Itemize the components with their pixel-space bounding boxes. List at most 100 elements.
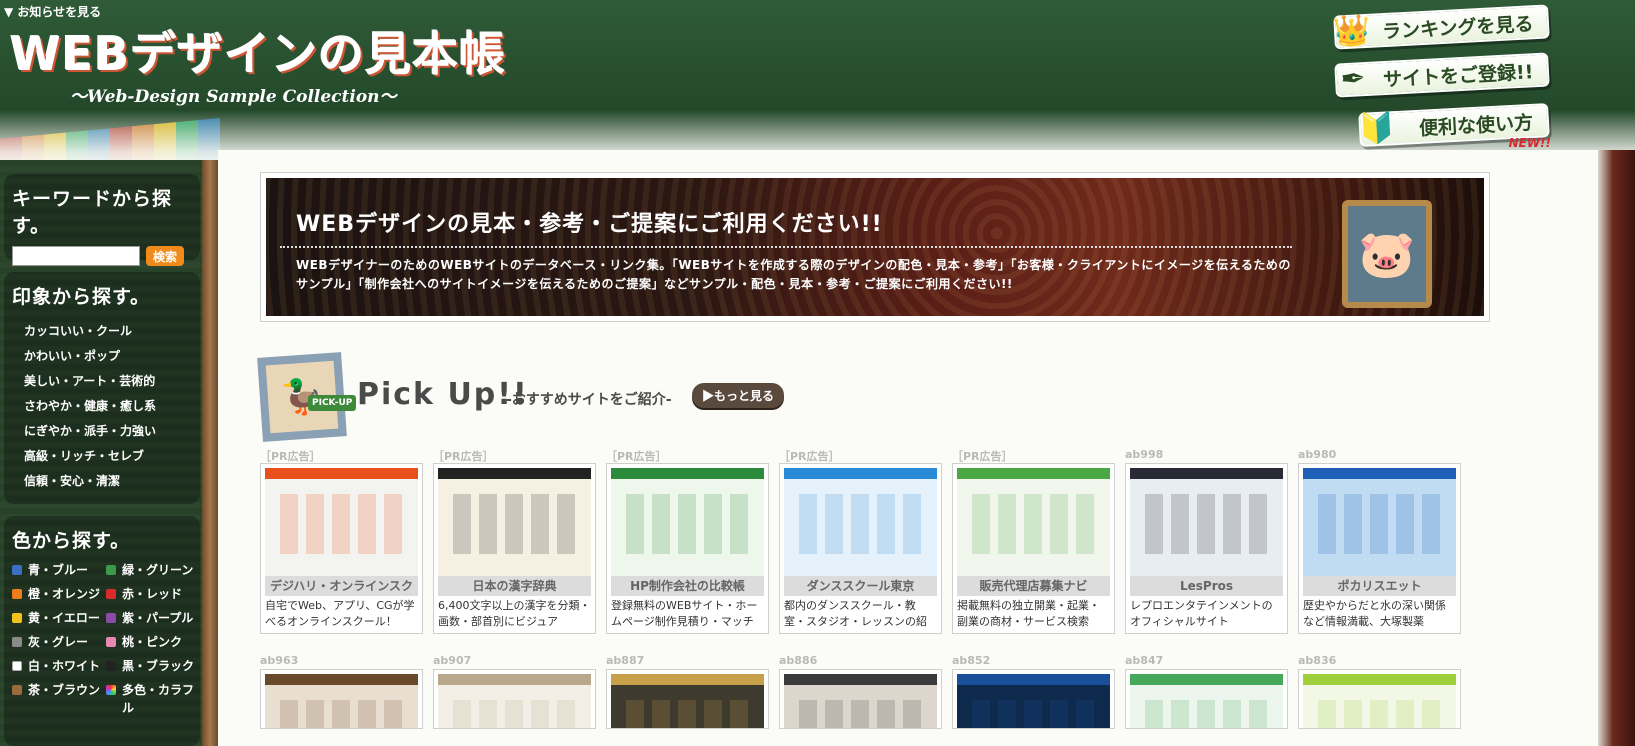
- site-thumbnail[interactable]: [438, 674, 591, 728]
- color-item[interactable]: 橙・オレンジ: [12, 585, 106, 603]
- site-name[interactable]: ポカリスエット: [1303, 576, 1456, 596]
- site-description: レプロエンタテインメントのオフィシャルサイト: [1130, 599, 1273, 628]
- impression-item[interactable]: 高級・リッチ・セレブ: [24, 444, 192, 469]
- color-item[interactable]: 黒・ブラック: [106, 657, 200, 675]
- color-label: 黒・ブラック: [122, 659, 195, 673]
- impression-list: カッコいい・クール かわいい・ポップ 美しい・アート・芸術的 さわやか・健康・癒し系に…: [12, 319, 192, 494]
- frame-rail: [1598, 150, 1635, 746]
- search-button[interactable]: 検索: [146, 246, 184, 266]
- site-card[interactable]: ［PR広告］ デジハリ・オンラインスク 自宅でWeb、アプリ、CGが学べるオンライン…: [260, 448, 423, 634]
- site-card[interactable]: ab907: [433, 654, 596, 729]
- color-item[interactable]: 茶・ブラウン: [12, 681, 106, 717]
- site-description: 自宅でWeb、アプリ、CGが学べるオンラインスクール！: [265, 599, 415, 628]
- site-name[interactable]: HP制作会社の比較帳: [611, 576, 764, 596]
- site-name[interactable]: 日本の漢字辞典: [438, 576, 591, 596]
- new-badge: NEW!!: [1508, 136, 1551, 150]
- site-card[interactable]: ab980 ポカリスエット 歴史やからだと水の深い関係など情報満載、大塚製薬: [1298, 448, 1461, 634]
- impression-panel: 印象から探す。 カッコいい・クール かわいい・ポップ 美しい・アート・芸術的 さわやか…: [4, 272, 200, 504]
- hero-title: WEBデザインの見本・参考・ご提案にご利用ください!!: [296, 212, 883, 237]
- color-item[interactable]: 灰・グレー: [12, 633, 106, 651]
- color-item[interactable]: 青・ブルー: [12, 561, 106, 579]
- site-thumbnail[interactable]: [1130, 674, 1283, 728]
- site-card[interactable]: ab998 LesPros レプロエンタテインメントのオフィシャルサイト: [1125, 448, 1288, 634]
- color-swatch-icon: [106, 589, 116, 599]
- site-thumbnail[interactable]: [265, 674, 418, 728]
- site-thumbnail[interactable]: [784, 468, 937, 576]
- color-label: 多色・カラフル: [122, 683, 195, 715]
- site-id: ab852: [952, 654, 991, 667]
- site-grid-row2: ab963 ab907 ab887 ab886 ab852 ab847 ab836: [260, 654, 1461, 729]
- site-id: ab847: [1125, 654, 1164, 667]
- impression-item[interactable]: 美しい・アート・芸術的: [24, 369, 192, 394]
- site-card[interactable]: ab886: [779, 654, 942, 729]
- site-card[interactable]: ab847: [1125, 654, 1288, 729]
- color-label: 青・ブルー: [28, 563, 89, 577]
- keyword-search-input[interactable]: [12, 246, 140, 266]
- color-item[interactable]: 紫・パープル: [106, 609, 200, 627]
- site-name[interactable]: ダンススクール東京: [784, 576, 937, 596]
- site-id: ab886: [779, 654, 818, 667]
- register-site-button[interactable]: ✒ サイトをご登録!!: [1333, 52, 1550, 98]
- site-thumbnail[interactable]: [611, 674, 764, 728]
- site-id: ［PR広告］: [606, 450, 667, 463]
- color-swatch-icon: [106, 613, 116, 623]
- site-id: ab980: [1298, 448, 1337, 461]
- crown-icon: 👑: [1332, 12, 1372, 50]
- site-logo[interactable]: WEBデザインの見本帳 ～Web-Design Sample Collectio…: [10, 18, 506, 107]
- color-swatch-icon: [106, 685, 116, 695]
- impression-item[interactable]: にぎやか・派手・力強い: [24, 419, 192, 444]
- color-swatch-icon: [106, 565, 116, 575]
- site-thumbnail[interactable]: [957, 674, 1110, 728]
- site-card[interactable]: ab852: [952, 654, 1115, 729]
- site-thumbnail[interactable]: [611, 468, 764, 576]
- site-card[interactable]: ［PR広告］ 日本の漢字辞典 6,400文字以上の漢字を分類・画数・部首別にビジュア: [433, 448, 596, 634]
- impression-item[interactable]: カッコいい・クール: [24, 319, 192, 344]
- color-swatch-icon: [12, 565, 22, 575]
- site-id: ab836: [1298, 654, 1337, 667]
- site-thumbnail[interactable]: [957, 468, 1110, 576]
- site-thumbnail[interactable]: [1303, 674, 1456, 728]
- site-card[interactable]: ［PR広告］ 販売代理店募集ナビ 掲載無料の独立開業・起業・副業の商材・サービス検索: [952, 448, 1115, 634]
- pickup-badge: PICK-UP: [308, 395, 357, 411]
- site-thumbnail[interactable]: [1130, 468, 1283, 576]
- color-item[interactable]: 赤・レッド: [106, 585, 200, 603]
- ranking-button[interactable]: 👑 ランキングを見る: [1332, 4, 1550, 50]
- site-name[interactable]: デジハリ・オンラインスク: [265, 576, 418, 596]
- color-label: 緑・グリーン: [122, 563, 194, 577]
- color-item[interactable]: 多色・カラフル: [106, 681, 200, 717]
- site-card[interactable]: ［PR広告］ ダンススクール東京 都内のダンススクール・教室・スタジオ・レッスンの紹: [779, 448, 942, 634]
- color-item[interactable]: 緑・グリーン: [106, 561, 200, 579]
- site-card[interactable]: ab887: [606, 654, 769, 729]
- color-swatch-icon: [106, 637, 116, 647]
- site-thumbnail[interactable]: [1303, 468, 1456, 576]
- site-grid-row1: ［PR広告］ デジハリ・オンラインスク自宅でWeb、アプリ、CGが学べるオンライン…: [260, 448, 1461, 634]
- color-item[interactable]: 桃・ピンク: [106, 633, 200, 651]
- pickup-header: 🦆 PICK-UP Pick Up!! -おすすめサイトをご紹介- ▶もっと見る: [257, 352, 860, 442]
- impression-title: 印象から探す。: [12, 286, 151, 308]
- impression-item[interactable]: さわやか・健康・癒し系: [24, 394, 192, 419]
- color-label: 灰・グレー: [28, 635, 89, 649]
- color-label: 橙・オレンジ: [28, 587, 101, 601]
- site-name[interactable]: LesPros: [1130, 576, 1283, 596]
- pickup-subtitle: -おすすめサイトをご紹介-: [506, 392, 672, 408]
- more-button[interactable]: ▶もっと見る: [692, 383, 784, 408]
- color-label: 赤・レッド: [122, 587, 183, 601]
- color-label: 白・ホワイト: [28, 659, 101, 673]
- hero-description: WEBデザイナーのためのWEBサイトのデータベース・リンク集。「WEBサイトを作…: [296, 258, 1291, 291]
- keyword-search-panel: キーワードから探す。 検索: [4, 174, 200, 266]
- color-item[interactable]: 黄・イエロー: [12, 609, 106, 627]
- color-grid: 青・ブルー 緑・グリーン 橙・オレンジ 赤・レッド 黄・イエロー 紫・パープル 灰・グレー 桃…: [12, 561, 194, 717]
- site-thumbnail[interactable]: [265, 468, 418, 576]
- color-label: 黄・イエロー: [28, 611, 100, 625]
- site-card[interactable]: ［PR広告］ HP制作会社の比較帳 登録無料のWEBサイト・ホームページ制作見積り・…: [606, 448, 769, 634]
- site-card[interactable]: ab963: [260, 654, 423, 729]
- site-thumbnail[interactable]: [438, 468, 591, 576]
- impression-item[interactable]: 信頼・安心・清潔: [24, 469, 192, 494]
- site-thumbnail[interactable]: [784, 674, 937, 728]
- site-name[interactable]: 販売代理店募集ナビ: [957, 576, 1110, 596]
- color-item[interactable]: 白・ホワイト: [12, 657, 106, 675]
- impression-item[interactable]: かわいい・ポップ: [24, 344, 192, 369]
- site-card[interactable]: ab836: [1298, 654, 1461, 729]
- site-description: 都内のダンススクール・教室・スタジオ・レッスンの紹: [784, 599, 927, 628]
- pen-icon: ✒: [1339, 60, 1367, 97]
